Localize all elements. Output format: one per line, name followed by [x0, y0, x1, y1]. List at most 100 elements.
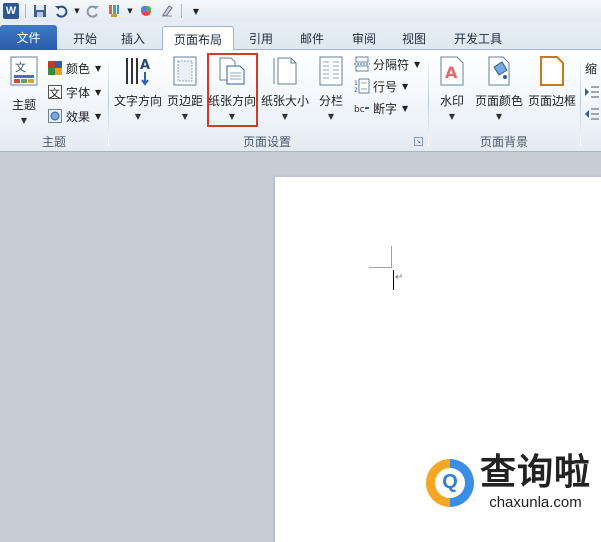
- color-icon[interactable]: [137, 2, 155, 20]
- margin-corner-mark: [369, 267, 391, 268]
- theme-effects-button[interactable]: 效果 ▼: [47, 106, 101, 126]
- chevron-down-icon: ▼: [95, 87, 102, 97]
- hyphenation-button[interactable]: bc 断字 ▼: [354, 98, 408, 118]
- themes-label: 主题: [11, 98, 36, 112]
- margins-label: 页边距: [166, 94, 203, 108]
- indent-right-icon[interactable]: [585, 104, 599, 124]
- chevron-down-icon: ▼: [448, 112, 456, 121]
- format-painter-icon[interactable]: [105, 2, 123, 20]
- group-divider: [580, 56, 581, 146]
- format-painter-dropdown-icon[interactable]: ▼: [126, 2, 134, 20]
- svg-text:A: A: [140, 58, 150, 73]
- svg-text:bc: bc: [354, 105, 365, 115]
- text-direction-label: 文字方向: [113, 94, 162, 108]
- chevron-down-icon: ▼: [281, 112, 289, 121]
- chevron-down-icon: ▼: [134, 112, 142, 121]
- chevron-down-icon: ▼: [495, 112, 503, 121]
- page-borders-label: 页面边框: [527, 94, 576, 108]
- undo-icon[interactable]: [52, 2, 70, 20]
- svg-text:A: A: [445, 63, 458, 82]
- page-borders-button[interactable]: 页面边框: [527, 54, 577, 126]
- chevron-down-icon: ▼: [402, 81, 409, 91]
- site-url: chaxunla.com: [489, 494, 582, 511]
- word-logo-mark: W: [3, 3, 19, 19]
- margin-corner-mark: [391, 246, 392, 268]
- site-watermark: Q 查询啦 chaxunla.com: [426, 454, 591, 511]
- chevron-down-icon: ▼: [95, 63, 102, 73]
- themes-button[interactable]: 文 主题 ▼: [6, 54, 42, 126]
- redo-icon[interactable]: [84, 2, 102, 20]
- theme-colors-label: 颜色: [66, 61, 91, 76]
- tab-home[interactable]: 开始: [66, 26, 104, 50]
- group-label-page-background: 页面背景: [479, 135, 528, 149]
- theme-fonts-button[interactable]: 文 字体 ▼: [47, 82, 101, 102]
- customize-icon[interactable]: ▼: [187, 2, 205, 20]
- hyphenation-label: 断字: [373, 101, 398, 116]
- watermark-label: 水印: [439, 94, 464, 108]
- undo-dropdown-icon[interactable]: ▼: [73, 2, 81, 20]
- site-watermark-text: 查询啦 chaxunla.com: [480, 454, 591, 512]
- qat-divider: [25, 4, 26, 18]
- chevron-down-icon: ▼: [327, 112, 335, 121]
- ribbon: 文 主题 ▼ 颜色 ▼ 文 字体 ▼ 效果 ▼ 主题 A 文字方向 ▼ 页边距 …: [0, 50, 601, 152]
- tab-mailings[interactable]: 邮件: [292, 26, 332, 50]
- svg-text:2: 2: [354, 87, 358, 94]
- chevron-down-icon: ▼: [95, 111, 102, 121]
- line-numbers-icon: 12: [354, 78, 370, 94]
- line-numbers-label: 行号: [373, 79, 398, 94]
- text-direction-icon: A: [123, 54, 153, 88]
- theme-colors-button[interactable]: 颜色 ▼: [47, 58, 101, 78]
- text-direction-button[interactable]: A 文字方向 ▼: [113, 54, 163, 126]
- line-numbers-button[interactable]: 12 行号 ▼: [354, 76, 408, 96]
- indent-partial-label: 缩: [585, 61, 598, 76]
- columns-label: 分栏: [318, 94, 343, 108]
- save-icon[interactable]: [31, 2, 49, 20]
- quick-access-toolbar: W ▼ ▼ ▼: [0, 0, 601, 22]
- hyphenation-icon: bc: [354, 100, 370, 116]
- page-size-icon: [270, 54, 300, 88]
- page-color-icon: [484, 54, 514, 88]
- watermark-icon: A: [437, 54, 467, 88]
- site-logo-icon: Q: [426, 458, 474, 507]
- size-label: 纸张大小: [260, 94, 309, 108]
- tab-developer[interactable]: 开发工具: [446, 26, 510, 50]
- columns-icon: [316, 54, 346, 88]
- svg-text:文: 文: [49, 86, 60, 99]
- tab-review[interactable]: 审阅: [344, 26, 384, 50]
- group-label-theme: 主题: [41, 135, 66, 149]
- tab-page-layout[interactable]: 页面布局: [162, 26, 234, 51]
- page-setup-launcher-icon[interactable]: ↘: [414, 137, 423, 146]
- svg-text:文: 文: [15, 60, 26, 74]
- breaks-button[interactable]: 分隔符 ▼: [354, 54, 420, 74]
- chevron-down-icon: ▼: [402, 103, 409, 113]
- margins-button[interactable]: 页边距 ▼: [166, 54, 204, 126]
- indent-left-icon[interactable]: [585, 82, 599, 102]
- orientation-highlight-box: [207, 53, 258, 127]
- size-button[interactable]: 纸张大小 ▼: [260, 54, 310, 126]
- themes-icon: 文: [9, 54, 39, 88]
- margins-icon: [170, 54, 200, 88]
- svg-text:1: 1: [354, 80, 358, 87]
- site-logo-letter: Q: [435, 467, 465, 498]
- page-color-label: 页面颜色: [474, 94, 523, 108]
- chevron-down-icon: ▼: [20, 116, 28, 125]
- tab-references[interactable]: 引用: [242, 26, 280, 50]
- ribbon-tabs: 文件 开始 插入 页面布局 引用 邮件 审阅 视图 开发工具: [0, 22, 601, 51]
- clear-format-icon[interactable]: [158, 2, 176, 20]
- paragraph-mark-icon: ↵: [395, 272, 404, 283]
- group-label-page-setup: 页面设置: [242, 135, 291, 149]
- watermark-button[interactable]: A 水印 ▼: [436, 54, 468, 126]
- font-icon: 文: [47, 84, 63, 100]
- tab-file[interactable]: 文件: [0, 25, 57, 50]
- theme-effects-label: 效果: [66, 109, 91, 124]
- page-color-button[interactable]: 页面颜色 ▼: [474, 54, 524, 126]
- color-palette-icon: [47, 60, 63, 76]
- tab-insert[interactable]: 插入: [114, 26, 152, 50]
- tab-view[interactable]: 视图: [396, 26, 432, 50]
- word-logo[interactable]: W: [2, 2, 20, 20]
- columns-button[interactable]: 分栏 ▼: [315, 54, 347, 126]
- text-caret: [393, 270, 394, 290]
- theme-fonts-label: 字体: [66, 85, 91, 100]
- effects-icon: [47, 108, 63, 124]
- breaks-icon: [354, 56, 370, 72]
